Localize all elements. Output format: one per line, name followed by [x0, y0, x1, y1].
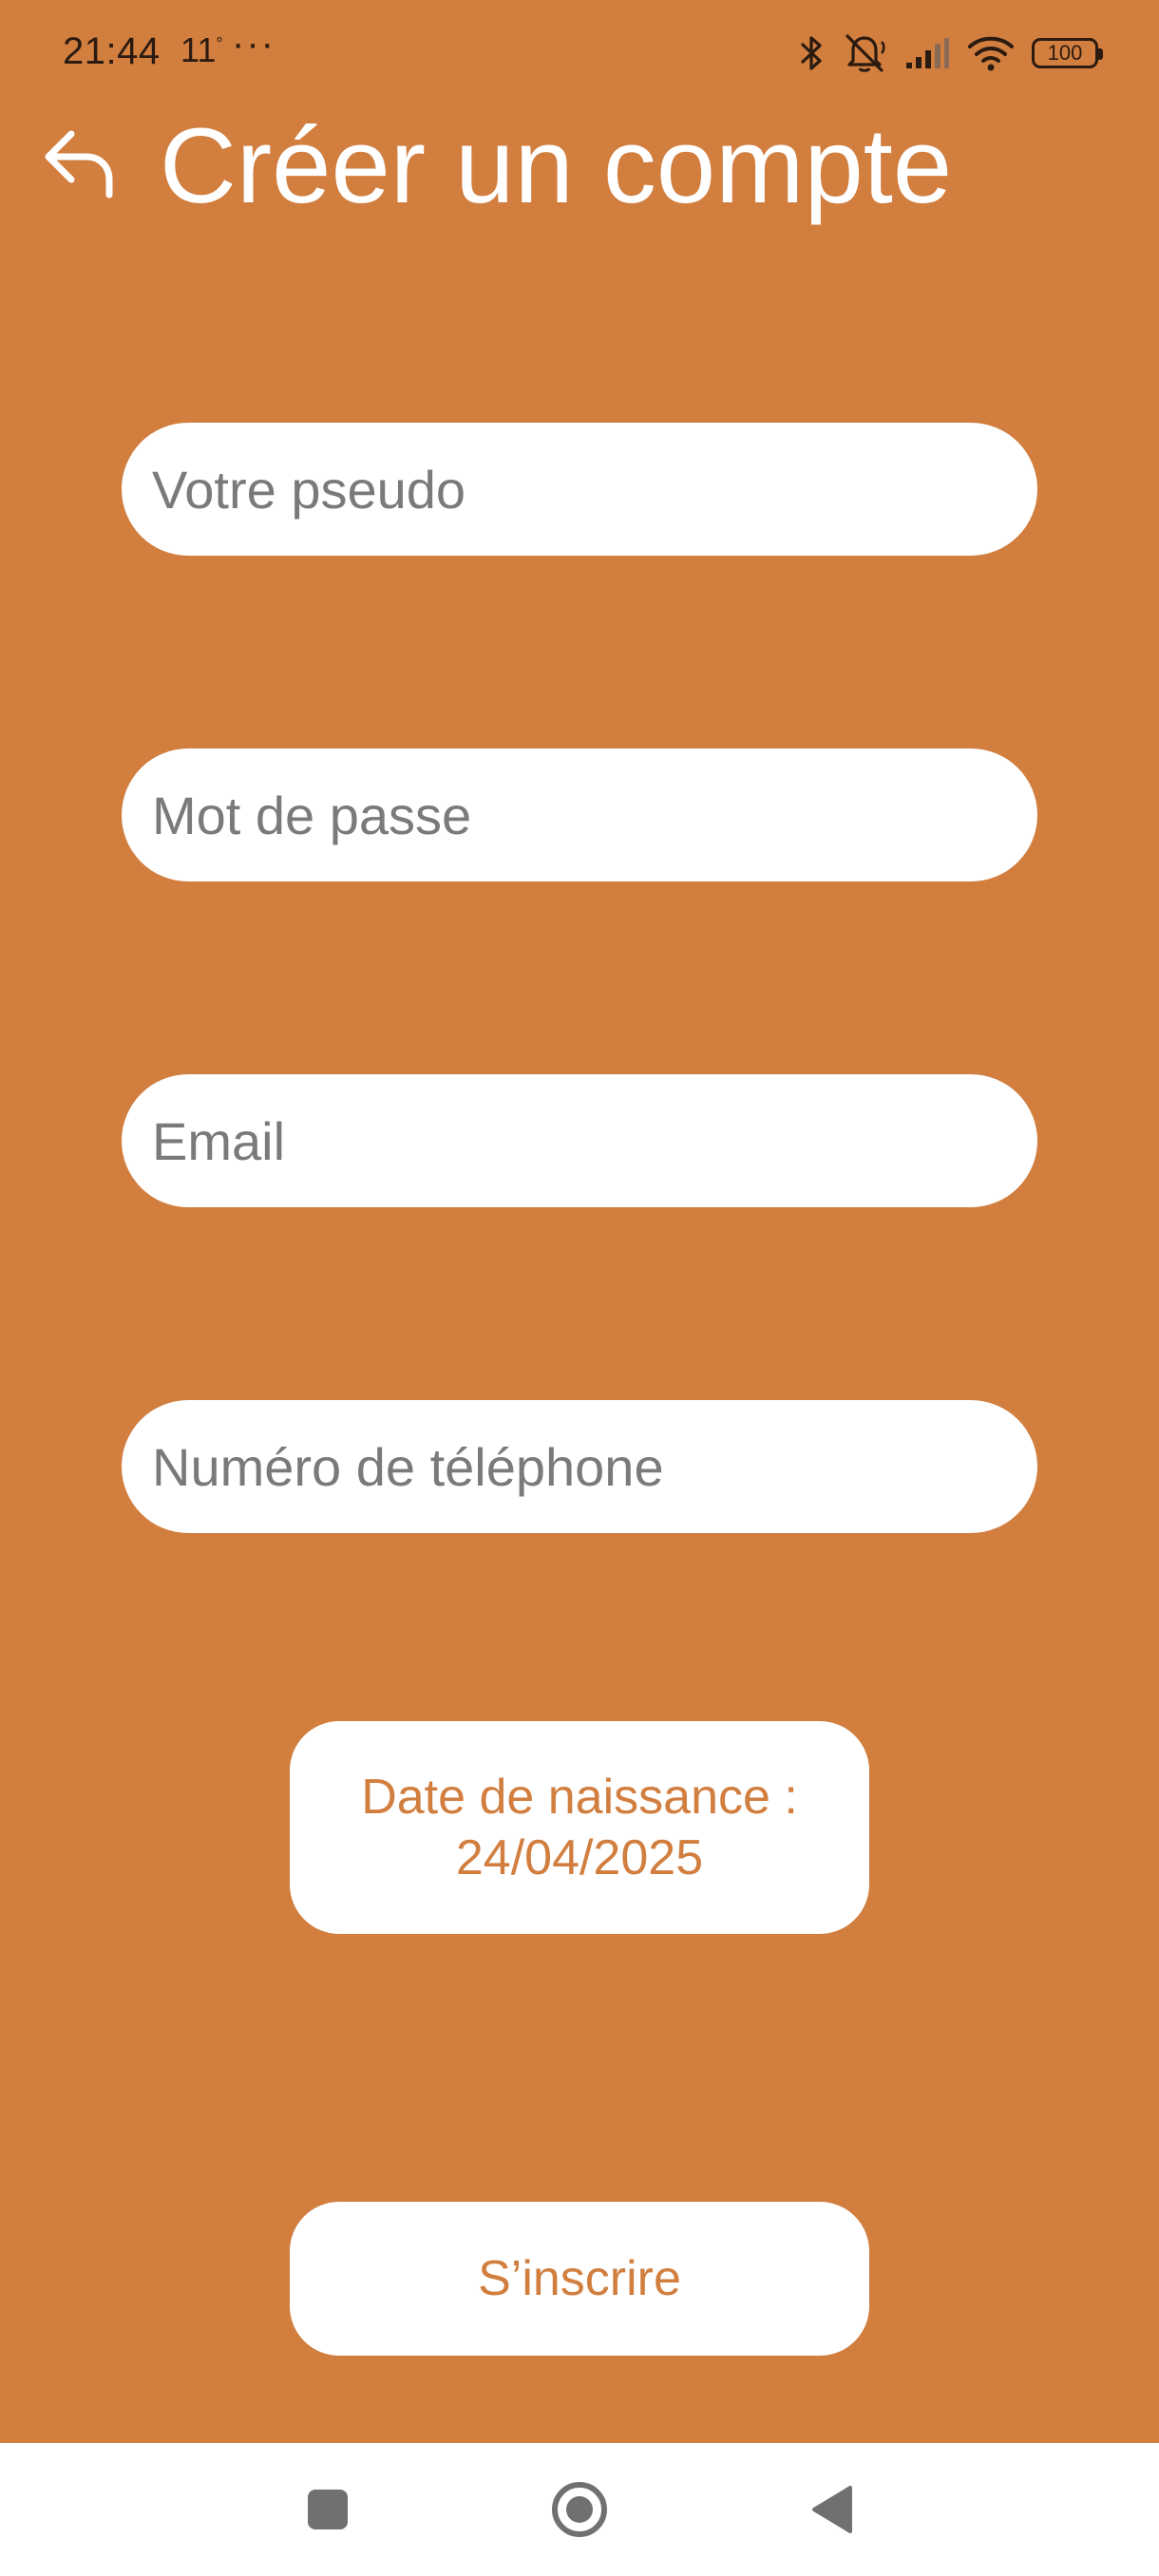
recents-button[interactable]	[285, 2473, 370, 2549]
back-button[interactable]	[36, 122, 122, 207]
status-temperature: 11°	[180, 30, 223, 70]
birthdate-button[interactable]: Date de naissance : 24/04/2025	[290, 1721, 869, 1934]
phone-input[interactable]	[122, 1400, 1037, 1533]
app-header: Créer un compte	[0, 104, 1159, 237]
nav-back-button[interactable]	[788, 2473, 874, 2549]
signup-button-label: S’inscrire	[478, 2251, 681, 2306]
birthdate-label: Date de naissance :	[361, 1770, 798, 1825]
temperature-unit: °	[216, 34, 223, 53]
circle-home-icon	[550, 2480, 609, 2544]
page-title: Créer un compte	[160, 106, 953, 225]
signup-screen: 21:44 11° ··· 100 Créer un compte Votre …	[0, 0, 1159, 2443]
home-button[interactable]	[537, 2473, 622, 2549]
signup-button[interactable]: S’inscrire	[290, 2202, 869, 2356]
wifi-icon	[967, 35, 1015, 71]
password-input[interactable]	[122, 748, 1037, 881]
birthdate-value: 24/04/2025	[455, 1830, 704, 1885]
back-arrow-icon	[39, 123, 119, 207]
status-icons: 100	[800, 32, 1103, 74]
pseudo-input[interactable]	[122, 423, 1037, 556]
system-nav-bar	[0, 2443, 1159, 2576]
email-input[interactable]	[122, 1074, 1037, 1207]
square-icon	[307, 2489, 349, 2535]
bluetooth-icon	[800, 34, 825, 72]
battery-level: 100	[1047, 41, 1083, 65]
status-more-icon: ···	[232, 23, 276, 65]
status-bar: 21:44 11° ··· 100	[0, 0, 1159, 104]
battery-icon: 100	[1032, 38, 1103, 68]
triangle-back-icon	[808, 2484, 854, 2540]
bell-muted-icon	[842, 32, 887, 74]
status-time: 21:44	[63, 30, 161, 72]
temperature-value: 11	[180, 30, 217, 69]
signal-icon	[904, 36, 950, 70]
